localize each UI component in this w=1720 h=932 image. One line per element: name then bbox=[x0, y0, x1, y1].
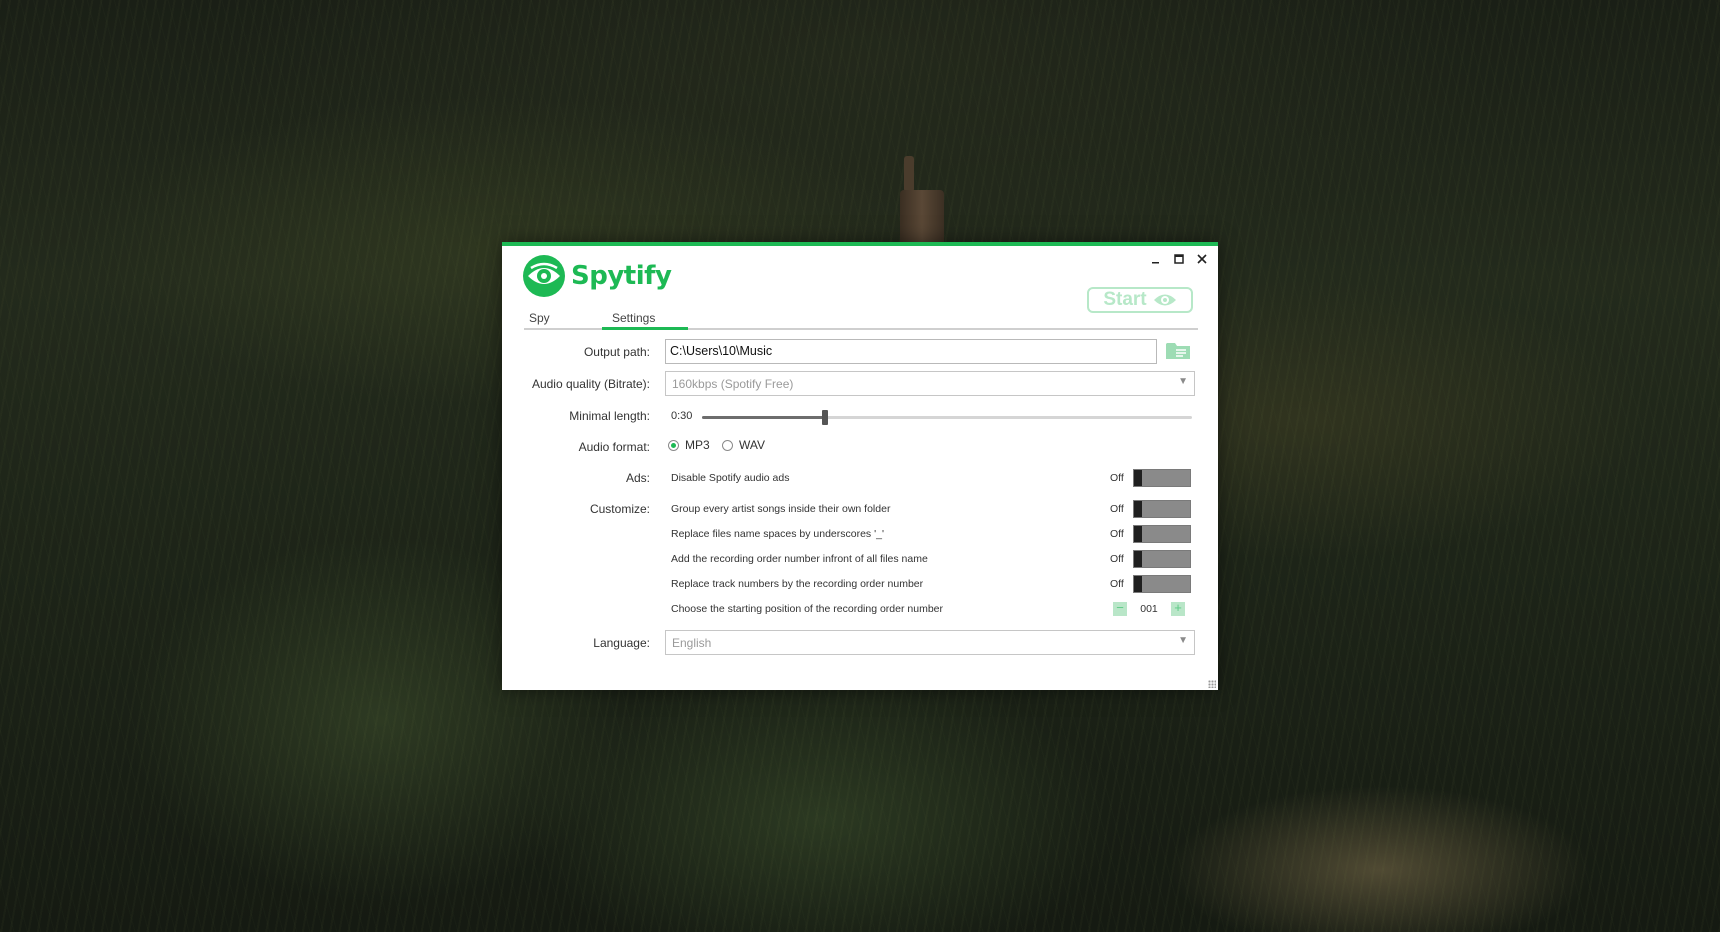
radio-mp3[interactable]: MP3 bbox=[668, 438, 710, 452]
toggle-knob bbox=[1134, 551, 1142, 567]
output-path-label: Output path: bbox=[583, 345, 650, 359]
start-button-label: Start bbox=[1103, 289, 1147, 310]
wallpaper-post-top bbox=[904, 156, 914, 192]
close-icon[interactable] bbox=[1193, 250, 1210, 267]
audio-quality-select[interactable]: 160kbps (Spotify Free) ▼ bbox=[665, 371, 1195, 396]
customize-option-text: Add the recording order number infront o… bbox=[671, 553, 928, 565]
tab-spy[interactable]: Spy bbox=[529, 311, 550, 325]
wallpaper-post bbox=[900, 190, 944, 250]
tab-settings[interactable]: Settings bbox=[612, 311, 655, 325]
tab-bar: Spy Settings bbox=[524, 309, 1198, 330]
minimal-length-slider[interactable] bbox=[702, 410, 1192, 425]
language-label: Language: bbox=[593, 636, 650, 650]
minimal-length-value: 0:30 bbox=[671, 410, 693, 422]
spytify-window: Spytify Start Spy Settings Output path: … bbox=[502, 242, 1218, 690]
customize-toggle-state: Off bbox=[1110, 503, 1124, 515]
language-select[interactable]: English ▼ bbox=[665, 630, 1195, 655]
toggle-knob bbox=[1134, 526, 1142, 542]
chevron-down-icon: ▼ bbox=[1178, 376, 1188, 387]
customize-toggle[interactable] bbox=[1133, 550, 1191, 568]
active-tab-indicator bbox=[602, 327, 688, 330]
ads-toggle[interactable] bbox=[1133, 469, 1191, 487]
toggle-knob bbox=[1134, 470, 1142, 486]
audio-quality-label: Audio quality (Bitrate): bbox=[531, 377, 650, 391]
customize-option-text: Group every artist songs inside their ow… bbox=[671, 503, 891, 515]
customize-toggle-state: Off bbox=[1110, 553, 1124, 565]
window-controls bbox=[1147, 250, 1210, 267]
minimal-length-label: Minimal length: bbox=[569, 409, 650, 423]
app-logo: Spytify bbox=[522, 254, 672, 298]
resize-grip-icon[interactable] bbox=[1208, 680, 1216, 688]
radio-dot bbox=[722, 439, 733, 451]
ads-option-text: Disable Spotify audio ads bbox=[671, 472, 790, 484]
browse-folder-button[interactable] bbox=[1165, 339, 1191, 361]
customize-option-text: Replace files name spaces by underscores… bbox=[671, 528, 884, 540]
maximize-icon[interactable] bbox=[1170, 250, 1187, 267]
customize-toggle-state: Off bbox=[1110, 578, 1124, 590]
audio-format-label: Audio format: bbox=[578, 440, 650, 454]
slider-fill bbox=[702, 416, 825, 419]
customize-label: Customize: bbox=[589, 502, 650, 516]
customize-toggle[interactable] bbox=[1133, 525, 1191, 543]
output-path-input[interactable]: C:\Users\10\Music bbox=[665, 339, 1157, 364]
radio-wav[interactable]: WAV bbox=[722, 438, 765, 452]
start-position-text: Choose the starting position of the reco… bbox=[671, 603, 943, 615]
audio-quality-value: 160kbps (Spotify Free) bbox=[672, 377, 794, 391]
language-value: English bbox=[672, 636, 712, 650]
customize-toggle-state: Off bbox=[1110, 528, 1124, 540]
customize-toggle[interactable] bbox=[1133, 575, 1191, 593]
radio-wav-label: WAV bbox=[739, 438, 765, 452]
ads-toggle-state: Off bbox=[1110, 472, 1124, 484]
radio-dot bbox=[668, 439, 679, 451]
slider-thumb[interactable] bbox=[821, 410, 828, 425]
minimize-icon[interactable] bbox=[1147, 250, 1164, 267]
eye-icon bbox=[1153, 294, 1176, 306]
spytify-logo-icon bbox=[523, 255, 565, 297]
chevron-down-icon: ▼ bbox=[1178, 635, 1188, 646]
toggle-knob bbox=[1134, 576, 1142, 592]
folder-icon bbox=[1166, 343, 1190, 359]
toggle-knob bbox=[1134, 501, 1142, 517]
radio-mp3-label: MP3 bbox=[685, 438, 710, 452]
decrement-button[interactable]: − bbox=[1113, 601, 1127, 616]
app-title: Spytify bbox=[571, 261, 672, 291]
ads-label: Ads: bbox=[625, 471, 650, 485]
customize-option-text: Replace track numbers by the recording o… bbox=[671, 578, 924, 590]
start-position-value: 001 bbox=[1140, 603, 1158, 615]
increment-button[interactable]: + bbox=[1171, 601, 1185, 616]
customize-toggle[interactable] bbox=[1133, 500, 1191, 518]
